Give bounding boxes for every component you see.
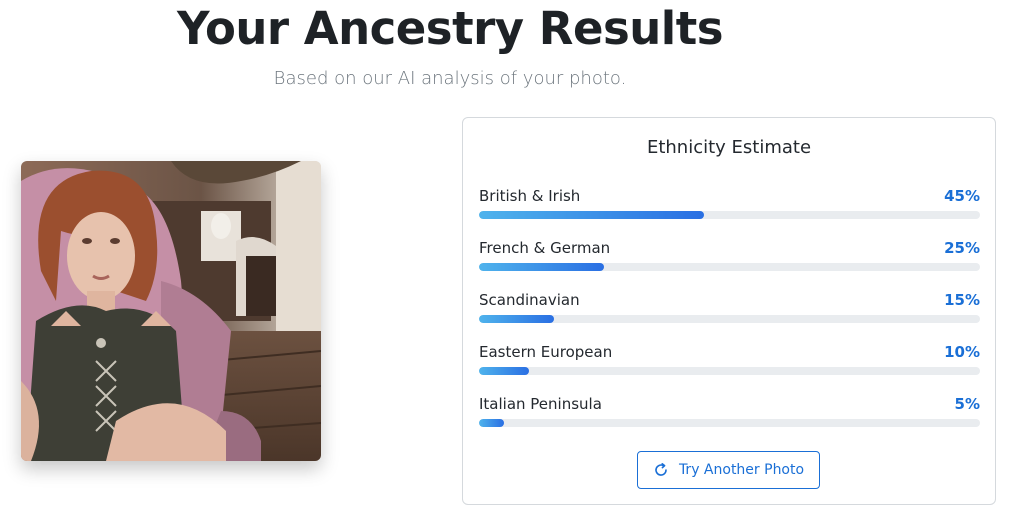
ethnicity-row: British & Irish 45% — [479, 187, 980, 227]
page-title: Your Ancestry Results — [176, 2, 724, 55]
refresh-icon — [653, 462, 669, 478]
card-title: Ethnicity Estimate — [646, 137, 812, 158]
progress-track — [479, 367, 980, 375]
ethnicity-label: British & Irish — [479, 187, 581, 205]
page-subtitle: Based on our AI analysis of your photo. — [273, 68, 627, 89]
ethnicity-label: Italian Peninsula — [479, 395, 602, 413]
ethnicity-percent: 45% — [944, 187, 980, 205]
ethnicity-label: French & German — [479, 239, 611, 257]
progress-fill — [479, 211, 705, 219]
ethnicity-percent: 10% — [944, 343, 980, 361]
ethnicity-estimate-card: Ethnicity Estimate British & Irish 45% F… — [462, 117, 996, 505]
progress-fill — [479, 419, 505, 427]
progress-track — [479, 419, 980, 427]
ethnicity-percent: 5% — [954, 395, 980, 413]
ethnicity-percent: 25% — [944, 239, 980, 257]
progress-fill — [479, 367, 530, 375]
uploaded-photo — [21, 161, 321, 461]
ethnicity-row: Eastern European 10% — [479, 343, 980, 383]
progress-track — [479, 315, 980, 323]
progress-track — [479, 263, 980, 271]
ethnicity-percent: 15% — [944, 291, 980, 309]
progress-fill — [479, 315, 555, 323]
ethnicity-row: French & German 25% — [479, 239, 980, 279]
ethnicity-label: Eastern European — [479, 343, 613, 361]
try-another-photo-button[interactable]: Try Another Photo — [637, 451, 820, 489]
ethnicity-label: Scandinavian — [479, 291, 580, 309]
ethnicity-row: Scandinavian 15% — [479, 291, 980, 331]
photo-image — [21, 161, 321, 461]
progress-fill — [479, 263, 605, 271]
try-another-photo-label: Try Another Photo — [678, 462, 805, 478]
ethnicity-row: Italian Peninsula 5% — [479, 395, 980, 435]
progress-track — [479, 211, 980, 219]
